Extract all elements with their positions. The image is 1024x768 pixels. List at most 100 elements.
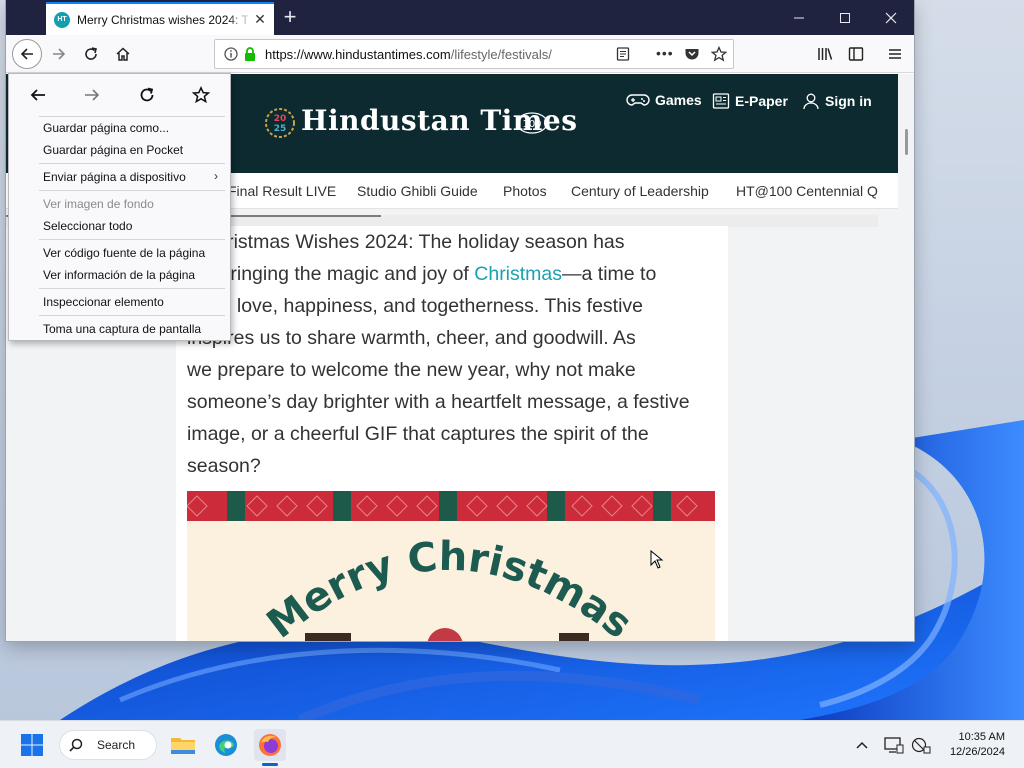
context-forward-icon[interactable] bbox=[80, 83, 104, 107]
navigation-toolbar: https://www.hindustantimes.com/lifestyle… bbox=[6, 35, 914, 73]
ctx-take-screenshot[interactable]: Toma una captura de pantalla bbox=[43, 322, 201, 336]
ht-anniversary-logo-icon: 20 25 bbox=[265, 108, 295, 138]
back-button[interactable] bbox=[12, 39, 42, 69]
chevron-right-icon: › bbox=[214, 169, 218, 183]
article-line: ed, bringing the magic and joy of Christ… bbox=[187, 263, 657, 285]
taskbar: Search 10:35 AM 12/26/2024 bbox=[0, 720, 1024, 768]
folder-icon bbox=[171, 738, 195, 754]
page-actions-icon[interactable]: ••• bbox=[656, 45, 674, 61]
context-separator bbox=[39, 116, 225, 117]
gamepad-icon bbox=[626, 94, 650, 106]
card-title: Merry Christmas bbox=[259, 534, 641, 641]
firefox-button[interactable] bbox=[254, 729, 286, 761]
minimize-icon[interactable] bbox=[776, 0, 822, 35]
ctx-view-page-info[interactable]: Ver información de la página bbox=[43, 268, 195, 282]
subnav-item-photos[interactable]: Photos bbox=[503, 183, 547, 199]
bookmark-star-icon[interactable] bbox=[711, 46, 727, 62]
newspaper-icon bbox=[712, 93, 730, 109]
ctx-send-to-device-label: Enviar página a dispositivo bbox=[43, 170, 186, 184]
subnav-item-final-result[interactable]: Final Result LIVE bbox=[228, 183, 336, 199]
home-button[interactable] bbox=[108, 39, 138, 69]
sidebar-button[interactable] bbox=[841, 39, 871, 69]
context-back-icon[interactable] bbox=[26, 83, 50, 107]
lock-icon[interactable] bbox=[243, 46, 257, 62]
windows-icon bbox=[21, 734, 43, 756]
ht100-badge-icon: 100 bbox=[516, 112, 548, 134]
reader-view-icon[interactable] bbox=[616, 47, 630, 61]
signin-link[interactable]: Sign in bbox=[802, 92, 872, 110]
menu-button[interactable] bbox=[880, 39, 910, 69]
subnav-item-ghibli[interactable]: Studio Ghibli Guide bbox=[357, 183, 478, 199]
active-app-indicator bbox=[262, 763, 278, 766]
url-bar[interactable]: https://www.hindustantimes.com/lifestyle… bbox=[214, 39, 734, 69]
context-separator bbox=[39, 239, 225, 240]
tab-close-icon[interactable]: ✕ bbox=[252, 11, 268, 27]
chevron-up-icon bbox=[856, 741, 868, 749]
context-menu-nav-row bbox=[9, 74, 230, 116]
mouse-cursor-icon bbox=[650, 549, 664, 575]
new-tab-icon[interactable]: + bbox=[276, 4, 304, 32]
clock-date: 12/26/2024 bbox=[949, 746, 1005, 758]
ctx-save-to-pocket[interactable]: Guardar página en Pocket bbox=[43, 143, 183, 157]
library-button[interactable] bbox=[810, 39, 840, 69]
user-icon bbox=[803, 93, 819, 110]
reload-button[interactable] bbox=[76, 39, 106, 69]
context-bookmark-icon[interactable] bbox=[189, 83, 213, 107]
page-scrollbar[interactable] bbox=[898, 74, 914, 641]
edge-button[interactable] bbox=[210, 729, 242, 761]
file-explorer-button[interactable] bbox=[167, 729, 199, 761]
maximize-icon[interactable] bbox=[822, 0, 868, 35]
network-icon bbox=[911, 737, 931, 754]
context-menu: Guardar página como... Guardar página en… bbox=[8, 73, 231, 341]
ctx-inspect-element[interactable]: Inspeccionar elemento bbox=[43, 295, 164, 309]
forward-button[interactable] bbox=[44, 39, 74, 69]
show-hidden-icons-button[interactable] bbox=[846, 729, 878, 761]
card-artwork: Merry Christmas bbox=[259, 534, 641, 641]
context-separator bbox=[39, 190, 225, 191]
firefox-icon bbox=[259, 734, 281, 756]
subnav-item-centennial[interactable]: HT@100 Centennial Q bbox=[736, 183, 878, 199]
christmas-link[interactable]: Christmas bbox=[474, 263, 562, 285]
info-icon[interactable] bbox=[224, 47, 238, 61]
context-separator bbox=[39, 163, 225, 164]
arrow-right-icon bbox=[53, 48, 66, 60]
ctx-save-page-as[interactable]: Guardar página como... bbox=[43, 121, 169, 135]
url-text[interactable]: https://www.hindustantimes.com/lifestyle… bbox=[265, 47, 575, 62]
monitor-icon bbox=[884, 737, 904, 754]
home-icon bbox=[116, 47, 130, 61]
ctx-send-to-device[interactable]: Enviar página a dispositivo bbox=[43, 170, 223, 184]
tab-title: Merry Christmas wishes 2024: T bbox=[77, 12, 249, 27]
arrow-left-icon bbox=[20, 48, 33, 60]
favicon-icon: HT bbox=[54, 11, 70, 28]
clock-time: 10:35 AM bbox=[958, 731, 1005, 743]
context-reload-icon[interactable] bbox=[135, 83, 159, 107]
christmas-card-image: Merry Christmas bbox=[187, 491, 715, 641]
article-body: y Christmas Wishes 2024: The holiday sea… bbox=[176, 226, 728, 641]
epaper-label: E-Paper bbox=[735, 93, 788, 109]
tab-active[interactable]: HT Merry Christmas wishes 2024: T ✕ bbox=[46, 2, 274, 35]
article-line: inspires us to share warmth, cheer, and … bbox=[187, 327, 636, 349]
subnav-item-leadership[interactable]: Century of Leadership bbox=[571, 183, 709, 199]
games-link[interactable]: Games bbox=[626, 92, 702, 108]
page-scroll-thumb[interactable] bbox=[905, 129, 908, 155]
article-line: orate love, happiness, and togetherness.… bbox=[187, 295, 644, 317]
ctx-view-background-image: Ver imagen de fondo bbox=[43, 197, 154, 211]
edge-icon bbox=[215, 734, 237, 756]
ctx-select-all[interactable]: Seleccionar todo bbox=[43, 219, 132, 233]
network-tray-button[interactable] bbox=[905, 729, 937, 761]
reload-icon bbox=[85, 47, 97, 60]
epaper-link[interactable]: E-Paper bbox=[712, 92, 788, 110]
card-pattern bbox=[187, 491, 698, 521]
close-window-icon[interactable] bbox=[868, 0, 914, 35]
hamburger-icon bbox=[889, 49, 901, 59]
start-button[interactable] bbox=[16, 729, 48, 761]
taskbar-search[interactable]: Search bbox=[59, 730, 157, 760]
context-separator bbox=[39, 315, 225, 316]
article-paragraph: y Christmas Wishes 2024: The holiday sea… bbox=[187, 226, 717, 482]
games-label: Games bbox=[655, 92, 702, 108]
svg-text:100: 100 bbox=[522, 119, 541, 130]
system-clock[interactable]: 10:35 AM 12/26/2024 bbox=[950, 730, 1005, 760]
ctx-view-source[interactable]: Ver código fuente de la página bbox=[43, 246, 205, 260]
pocket-icon[interactable] bbox=[684, 47, 700, 61]
svg-text:25: 25 bbox=[274, 124, 287, 134]
